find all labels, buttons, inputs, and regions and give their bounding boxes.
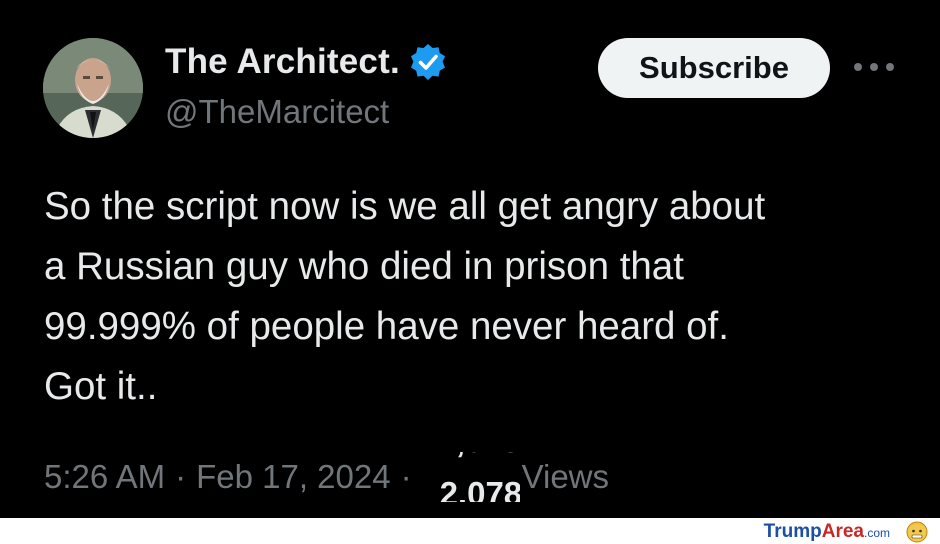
watermark-brand-suffix: .com [863, 526, 890, 540]
tweet-text: So the script now is we all get angry ab… [44, 185, 766, 408]
verified-badge-icon [410, 44, 445, 80]
watermark-logo: TrumpArea.com [764, 521, 890, 543]
watermark-brand-part1: Trump [763, 521, 822, 542]
author-handle[interactable]: @TheMarcitect [165, 93, 389, 131]
views-count-previous: 1,075 [438, 452, 520, 461]
avatar[interactable] [43, 38, 143, 138]
more-dot [870, 63, 878, 71]
author-display-name[interactable]: The Architect. [165, 42, 400, 82]
watermark-bar: TrumpArea.com [0, 518, 940, 544]
meta-separator: · [400, 458, 412, 495]
views-label: Views [521, 458, 610, 495]
watermark-face-icon [906, 521, 928, 543]
more-dot [886, 63, 894, 71]
more-options-icon[interactable] [852, 52, 896, 82]
watermark-brand-part2: Area [821, 521, 864, 542]
views-count-current: 2,078 [439, 475, 520, 502]
tweet-meta: 5:26 AM · Feb 17, 2024 · 1,075 2,078 Vie… [44, 452, 609, 502]
tweet-time[interactable]: 5:26 AM [44, 458, 165, 496]
tweet-date[interactable]: Feb 17, 2024 [196, 458, 391, 496]
views-count: 1,075 2,078 [422, 452, 520, 502]
author-name-row: The Architect. [165, 42, 448, 82]
meta-separator: · [175, 458, 187, 495]
more-dot [854, 63, 862, 71]
subscribe-button[interactable]: Subscribe [598, 38, 830, 98]
tweet-card: The Architect. @TheMarcitect Subscribe S… [0, 0, 940, 518]
